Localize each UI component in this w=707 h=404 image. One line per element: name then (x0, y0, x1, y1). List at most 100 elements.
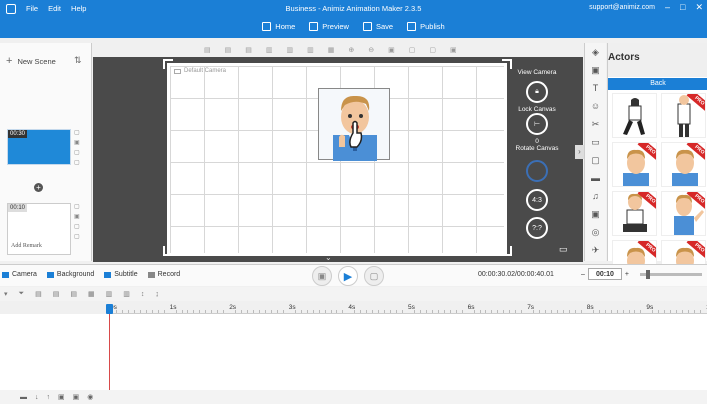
stop-button[interactable]: ▣ (312, 266, 332, 286)
record-button[interactable]: Record (147, 271, 180, 278)
delete-icon[interactable]: ▣ (74, 213, 80, 220)
fullscreen-button[interactable]: ▢ (364, 266, 384, 286)
save-button[interactable]: Save (362, 22, 393, 31)
trim-icon[interactable]: ▥ (106, 290, 113, 298)
align-right-icon[interactable]: ▤ (245, 46, 252, 54)
aspect-43-button[interactable]: 4:3 (507, 189, 567, 214)
preview-button[interactable]: Preview (309, 22, 349, 31)
align-left-icon[interactable]: ▤ (35, 290, 42, 298)
video-icon[interactable]: ▣ (585, 205, 606, 223)
actor-thumbnail[interactable]: PRO (612, 191, 657, 236)
add-remark-label[interactable]: Add Remark (11, 243, 42, 249)
decrease-icon[interactable]: – (581, 271, 585, 278)
scene-thumbnail-2[interactable]: 00:10 Add Remark (7, 203, 71, 255)
actor-thumbnail[interactable]: PRO (661, 93, 706, 138)
music-icon[interactable]: ♫ (585, 187, 606, 205)
rotate-value[interactable]: 0 (535, 138, 539, 145)
expand-icon[interactable]: ↕ (141, 291, 145, 298)
actor-thumbnail[interactable]: PRO (661, 142, 706, 187)
folder-icon[interactable]: ▬ (20, 394, 27, 401)
align-middle-icon[interactable]: ▥ (287, 46, 294, 54)
sort-scenes-icon[interactable]: ⇅ (74, 55, 82, 66)
scene-canvas[interactable]: Default Camera (167, 63, 507, 256)
shape-icon[interactable]: ▢ (585, 151, 606, 169)
eye-icon[interactable]: ◉ (87, 393, 93, 401)
home-button[interactable]: Home (262, 22, 295, 31)
lock-icon[interactable]: ▣ (388, 46, 395, 54)
special-effects-icon[interactable]: ◎ (585, 223, 606, 241)
settings-icon[interactable]: ▢ (74, 159, 80, 166)
copy-icon[interactable]: ▢ (74, 129, 80, 136)
minimize-icon[interactable]: – (665, 2, 670, 13)
actor-icon[interactable]: ☺ (585, 97, 606, 115)
text-icon[interactable]: T (585, 79, 606, 97)
support-email[interactable]: support@animiz.com (589, 4, 655, 11)
play-button[interactable]: ▶ (338, 266, 358, 286)
panel-toggle-chevron-icon[interactable]: › (575, 145, 584, 159)
duration-field[interactable]: 00:10 (587, 268, 622, 280)
copy-icon[interactable]: ▢ (409, 46, 416, 54)
ruler-minor-tick (241, 310, 243, 313)
collapse-chevron-icon[interactable]: ⌄ (325, 253, 332, 262)
subtitle-track-button[interactable]: Subtitle (104, 271, 138, 278)
bubble-icon[interactable]: ▭ (585, 133, 606, 151)
arrow-down-icon[interactable]: ↓ (35, 394, 39, 401)
timeline-ruler[interactable]: 0s1s2s3s4s5s6s7s8s9s10s (110, 302, 707, 314)
delete-icon[interactable]: ▣ (58, 393, 65, 401)
align-center-icon[interactable]: ▤ (225, 46, 232, 54)
playhead-handle[interactable] (106, 304, 113, 314)
align-center-icon[interactable]: ▤ (53, 290, 60, 298)
settings-icon[interactable]: ▢ (74, 233, 80, 240)
scene-icon[interactable]: ◈ (585, 43, 606, 61)
collapse-icon[interactable]: ↨ (155, 291, 159, 298)
lock-canvas-control[interactable]: 🔒︎ Lock Canvas (507, 81, 567, 113)
zoom-in-icon[interactable]: ⊕ (348, 46, 354, 54)
duration-stepper[interactable]: – 00:10 + (581, 268, 629, 280)
delete-icon[interactable]: ▣ (74, 139, 80, 146)
align-bottom-icon[interactable]: ▥ (307, 46, 314, 54)
maximize-icon[interactable]: □ (680, 2, 685, 13)
distribute-icon[interactable]: ▦ (328, 46, 335, 54)
align-right-icon[interactable]: ▤ (70, 290, 77, 298)
publish-button[interactable]: Publish (407, 22, 445, 31)
rotate-canvas-control[interactable]: ⊢ 0 Rotate Canvas (507, 113, 567, 152)
tools-icon[interactable]: ✂ (585, 115, 606, 133)
actor-thumbnail[interactable]: PRO (661, 191, 706, 236)
aspect-custom-button[interactable]: ?:? (507, 217, 567, 242)
paste-icon[interactable]: ▢ (429, 46, 436, 54)
close-icon[interactable]: ✕ (695, 2, 703, 13)
delete-icon[interactable]: ▣ (450, 46, 457, 54)
align-left-icon[interactable]: ▤ (204, 46, 211, 54)
plane-icon[interactable]: ✈ (585, 241, 606, 259)
lock-icon[interactable]: ▣ (73, 393, 80, 401)
duplicate-icon[interactable]: ▢ (74, 223, 80, 230)
timeline-edit-toolbar: ▾ ⏷ ▤ ▤ ▤ ▦ ▥ ▥ ↕ ↨ (0, 287, 707, 301)
actor-thumbnail[interactable] (612, 93, 657, 138)
back-button[interactable]: Back (608, 78, 707, 90)
actor-thumbnail[interactable]: PRO (612, 142, 657, 187)
arrow-up-icon[interactable]: ↑ (47, 394, 51, 401)
increase-icon[interactable]: + (625, 271, 629, 278)
duplicate-icon[interactable]: ▢ (74, 149, 80, 156)
background-track-button[interactable]: Background (46, 271, 94, 278)
actor-on-canvas[interactable] (318, 88, 390, 161)
camera-track-button[interactable]: Camera (2, 271, 37, 278)
ruler-minor-tick (700, 310, 702, 313)
scene-thumbnail-1[interactable]: 00:30 (7, 129, 71, 165)
timeline-tracks-area[interactable] (0, 314, 707, 390)
image-icon[interactable]: ▣ (585, 61, 606, 79)
timeline-zoom-slider[interactable] (640, 270, 702, 279)
folder-icon[interactable]: ▬ (585, 169, 606, 187)
copy-icon[interactable]: ▢ (74, 203, 80, 210)
zoom-out-icon[interactable]: ⊖ (368, 46, 374, 54)
view-camera-control[interactable]: View Camera (507, 69, 567, 76)
split-icon[interactable]: ▥ (123, 290, 130, 298)
screen-icon[interactable]: ▭ (559, 244, 568, 255)
new-scene-button[interactable]: + New Scene (6, 55, 56, 67)
zoom-dial[interactable] (507, 160, 567, 185)
add-scene-icon[interactable]: + (34, 183, 43, 192)
align-top-icon[interactable]: ▥ (266, 46, 273, 54)
distribute-icon[interactable]: ▦ (88, 290, 95, 298)
dropdown-icon[interactable]: ▾ (4, 290, 8, 298)
filter-icon[interactable]: ⏷ (19, 290, 25, 298)
